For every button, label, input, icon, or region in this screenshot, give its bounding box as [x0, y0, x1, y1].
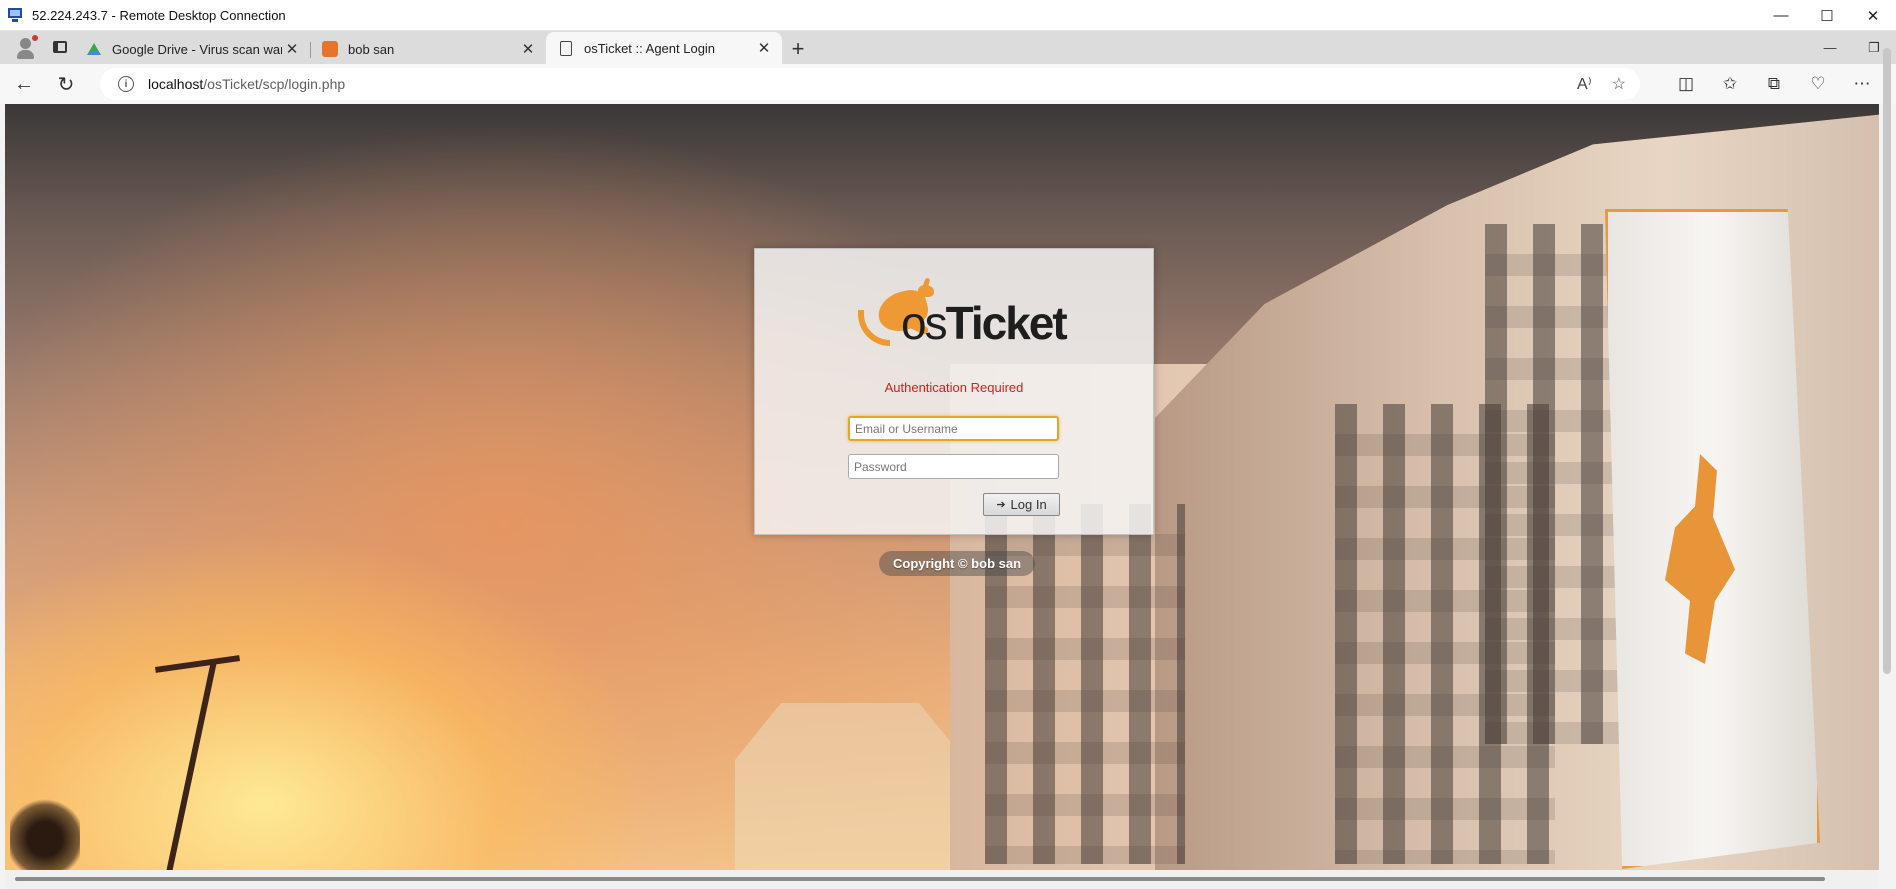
login-button[interactable]: ➔ Log In	[983, 493, 1060, 516]
tab-actions-icon[interactable]	[46, 33, 74, 61]
tree-silhouette	[10, 794, 80, 870]
copyright-badge: Copyright © bob san	[879, 551, 1036, 576]
lamp-post-arm	[154, 655, 241, 673]
read-aloud-icon[interactable]: A⁾	[1577, 74, 1592, 94]
browser-essentials-icon[interactable]: ♡	[1796, 68, 1840, 100]
tab-osticket-login[interactable]: osTicket :: Agent Login ✕	[546, 32, 782, 64]
scrollbar-thumb[interactable]	[15, 877, 1825, 881]
lamp-post	[163, 660, 217, 870]
split-screen-icon[interactable]: ◫	[1664, 68, 1708, 100]
refresh-icon[interactable]: ↻	[48, 68, 84, 100]
info-icon[interactable]: i	[118, 76, 134, 92]
browser-minimize-button[interactable]: —	[1808, 31, 1852, 64]
tab-bob-san[interactable]: bob san ✕	[310, 34, 546, 64]
logo-text: osTicket	[901, 297, 1068, 349]
google-drive-icon	[86, 41, 102, 57]
bob-san-icon	[322, 41, 338, 57]
close-tab-icon[interactable]: ✕	[754, 39, 774, 57]
browser-tab-strip: Google Drive - Virus scan warning ✕ bob …	[0, 31, 1896, 64]
close-tab-icon[interactable]: ✕	[282, 40, 302, 58]
page-icon	[560, 40, 572, 56]
minimize-button[interactable]: —	[1758, 0, 1804, 31]
remote-desktop-icon	[8, 8, 24, 22]
browser-toolbar: ← ↻ i localhost/osTicket/scp/login.php A…	[0, 64, 1896, 104]
login-button-label: Log In	[1010, 497, 1047, 512]
sign-in-icon: ➔	[996, 499, 1006, 511]
tab-label: Google Drive - Virus scan warning	[112, 41, 282, 57]
address-bar-actions: A⁾ ☆	[1577, 68, 1626, 100]
close-window-button[interactable]: ✕	[1850, 0, 1896, 31]
vertical-scrollbar[interactable]	[1883, 48, 1891, 674]
rdp-window-title: 52.224.243.7 - Remote Desktop Connection	[32, 7, 286, 23]
more-icon[interactable]: ⋯	[1840, 68, 1884, 100]
username-input[interactable]	[848, 416, 1059, 441]
favorites-icon[interactable]: ✩	[1708, 68, 1752, 100]
url-text[interactable]: localhost/osTicket/scp/login.php	[148, 76, 345, 92]
new-tab-button[interactable]: +	[782, 34, 814, 64]
tab-label: osTicket :: Agent Login	[584, 40, 716, 56]
tab-google-drive[interactable]: Google Drive - Virus scan warning ✕	[74, 34, 310, 64]
password-input[interactable]	[848, 454, 1059, 479]
close-tab-icon[interactable]: ✕	[518, 40, 538, 58]
auth-required-message: Authentication Required	[884, 380, 1024, 395]
horizontal-scrollbar[interactable]	[5, 870, 1879, 889]
rdp-title-bar: 52.224.243.7 - Remote Desktop Connection…	[0, 0, 1896, 31]
tab-label: bob san	[348, 41, 395, 57]
back-icon[interactable]: ←	[6, 68, 42, 100]
maximize-button[interactable]: ☐	[1804, 0, 1850, 31]
background-old-building	[735, 703, 965, 870]
toolbar-actions: ◫ ✩ ⧉ ♡ ⋯	[1664, 68, 1884, 100]
osticket-logo: osTicket	[856, 277, 1071, 352]
profile-icon[interactable]	[12, 33, 40, 61]
collections-icon[interactable]: ⧉	[1752, 68, 1796, 100]
favorite-star-icon[interactable]: ☆	[1612, 74, 1626, 94]
window-controls: — ☐ ✕	[1758, 0, 1896, 31]
address-bar[interactable]: i localhost/osTicket/scp/login.php A⁾ ☆	[100, 68, 1640, 100]
